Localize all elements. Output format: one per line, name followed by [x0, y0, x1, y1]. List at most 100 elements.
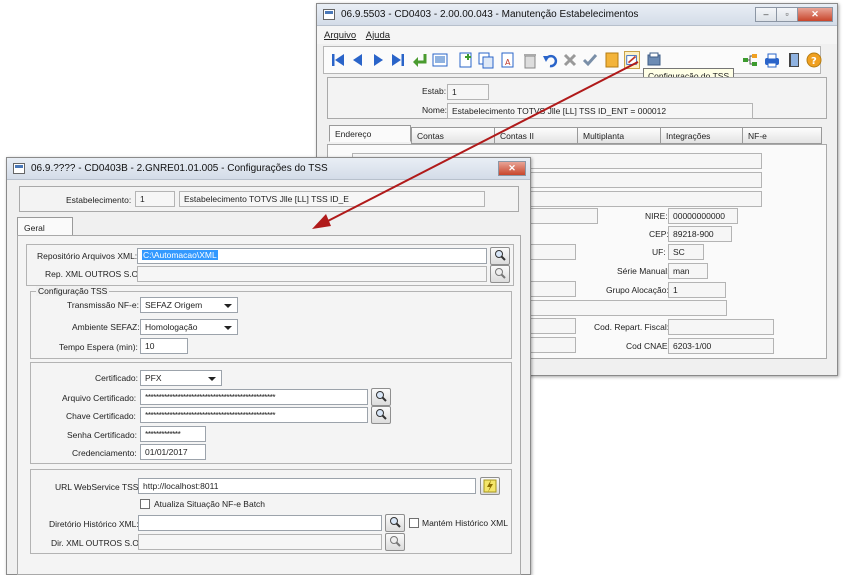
- senha-certificado-field[interactable]: *************: [140, 426, 206, 442]
- confirm-icon[interactable]: [582, 51, 598, 69]
- configuracoes-tss-window: 06.9.???? - CD0403B - 2.GNRE01.01.005 - …: [6, 157, 531, 575]
- add-record-icon[interactable]: [458, 51, 474, 69]
- tab-multiplanta[interactable]: Multiplanta: [577, 127, 661, 144]
- cod-cnae-field[interactable]: 6203-1/00: [668, 338, 774, 354]
- tab-endereco[interactable]: Endereço: [329, 125, 411, 142]
- tab-contas[interactable]: Contas: [411, 127, 495, 144]
- copy-record-icon[interactable]: [478, 51, 494, 69]
- menu-arquivo[interactable]: Arquivo: [324, 30, 356, 41]
- uf-field[interactable]: SC: [668, 244, 704, 260]
- diretorio-historico-field[interactable]: [138, 515, 382, 531]
- main-toolbar: A ?: [323, 46, 822, 74]
- last-record-icon[interactable]: [390, 51, 406, 69]
- tab-integracoes[interactable]: Integrações: [660, 127, 744, 144]
- ambiente-label: Ambiente SEFAZ:: [72, 322, 140, 332]
- search-icon: [376, 391, 387, 402]
- print-config-icon[interactable]: [646, 51, 662, 69]
- svg-text:A: A: [505, 58, 511, 67]
- next-record-icon[interactable]: [370, 51, 386, 69]
- rep-outros-browse-button[interactable]: [490, 265, 510, 283]
- mantem-historico-checkbox[interactable]: [409, 518, 419, 528]
- help-icon[interactable]: ?: [806, 51, 822, 69]
- arquivo-certificado-label: Arquivo Certificado:: [62, 393, 137, 403]
- delete-record-icon[interactable]: [522, 51, 538, 69]
- header-panel: Estab: 1 Nome: Estabelecimento TOTVS Jll…: [327, 77, 827, 119]
- cod-repart-field[interactable]: [668, 319, 774, 335]
- credenciamento-field[interactable]: 01/01/2017: [140, 444, 206, 460]
- front-titlebar: 06.9.???? - CD0403B - 2.GNRE01.01.005 - …: [7, 158, 530, 180]
- chave-certificado-field[interactable]: ****************************************…: [140, 407, 368, 423]
- nire-label: NIRE:: [645, 211, 668, 221]
- transmissao-value: SEFAZ Origem: [145, 300, 203, 310]
- search-icon: [376, 409, 387, 420]
- rep-outros-field[interactable]: [137, 266, 487, 282]
- tempo-label: Tempo Espera (min):: [59, 342, 138, 352]
- chevron-down-icon: [208, 377, 216, 381]
- nome-label: Nome:: [422, 105, 448, 115]
- cancel-icon[interactable]: [562, 51, 578, 69]
- transmissao-select[interactable]: SEFAZ Origem: [140, 297, 238, 313]
- dir-outros-browse-button[interactable]: [385, 533, 405, 551]
- transmissao-label: Transmissão NF-e:: [67, 300, 139, 310]
- minimize-button[interactable]: –: [755, 7, 777, 22]
- ambiente-select[interactable]: Homologação: [140, 319, 238, 335]
- tss-config-icon[interactable]: [624, 51, 640, 69]
- app-icon: [13, 163, 25, 174]
- close-button[interactable]: ✕: [797, 7, 833, 22]
- estabelecimento-name-field[interactable]: Estabelecimento TOTVS Jlle [LL] TSS ID_E: [179, 191, 485, 207]
- diretorio-historico-label: Diretório Histórico XML:: [49, 519, 139, 529]
- edit-record-icon[interactable]: A: [500, 51, 516, 69]
- ambiente-value: Homologação: [145, 322, 198, 332]
- repositorio-browse-button[interactable]: [490, 247, 510, 265]
- exit-icon[interactable]: [786, 51, 802, 69]
- menu-ajuda[interactable]: Ajuda: [366, 30, 390, 41]
- nire-field[interactable]: 00000000000: [668, 208, 738, 224]
- chave-certificado-label: Chave Certificado:: [66, 411, 136, 421]
- cep-field[interactable]: 89218-900: [668, 226, 732, 242]
- diretorio-historico-browse-button[interactable]: [385, 514, 405, 532]
- atualiza-situacao-checkbox[interactable]: [140, 499, 150, 509]
- note-icon[interactable]: [604, 51, 620, 69]
- certificado-label: Certificado:: [95, 373, 138, 383]
- back-window-title: 06.9.5503 - CD0403 - 2.00.00.043 - Manut…: [341, 9, 639, 20]
- lightning-icon: [483, 479, 497, 493]
- test-connection-button[interactable]: [480, 477, 500, 495]
- arquivo-certificado-browse-button[interactable]: [371, 388, 391, 406]
- estab-field[interactable]: 1: [447, 84, 489, 100]
- rep-outros-label: Rep. XML OUTROS S.O:: [45, 269, 141, 279]
- estabelecimento-panel: Estabelecimento: 1 Estabelecimento TOTVS…: [19, 186, 519, 212]
- close-button[interactable]: ✕: [498, 161, 526, 176]
- nome-field[interactable]: Estabelecimento TOTVS Jlle [LL] TSS ID_E…: [447, 103, 753, 119]
- grupo-alocacao-field[interactable]: 1: [668, 282, 726, 298]
- tempo-field[interactable]: 10: [140, 338, 188, 354]
- undo-icon[interactable]: [542, 51, 558, 69]
- url-webservice-field[interactable]: http://localhost:8011: [138, 478, 476, 494]
- estabelecimento-field[interactable]: 1: [135, 191, 175, 207]
- tree-icon[interactable]: [742, 51, 758, 69]
- dir-outros-field[interactable]: [138, 534, 382, 550]
- maximize-button[interactable]: ▫: [776, 7, 798, 22]
- serie-manual-field[interactable]: man: [668, 263, 708, 279]
- search-record-icon[interactable]: [432, 51, 448, 69]
- certificado-select[interactable]: PFX: [140, 370, 222, 386]
- search-icon: [390, 517, 401, 528]
- chevron-down-icon: [224, 326, 232, 330]
- tab-contas-ii[interactable]: Contas II: [494, 127, 578, 144]
- tab-nfe[interactable]: NF-e: [742, 127, 822, 144]
- cod-cnae-label: Cod CNAE:: [626, 341, 670, 351]
- serie-manual-label: Série Manual:: [617, 266, 670, 276]
- back-titlebar: 06.9.5503 - CD0403 - 2.00.00.043 - Manut…: [317, 4, 837, 26]
- goto-icon[interactable]: [412, 51, 428, 69]
- previous-record-icon[interactable]: [350, 51, 366, 69]
- tab-geral[interactable]: Geral: [17, 217, 73, 236]
- repositorio-field[interactable]: C:\Automacao\XML: [137, 248, 487, 264]
- credenciamento-label: Credenciamento:: [72, 448, 137, 458]
- arquivo-certificado-field[interactable]: ****************************************…: [140, 389, 368, 405]
- chave-certificado-browse-button[interactable]: [371, 406, 391, 424]
- printer-icon[interactable]: [764, 51, 780, 69]
- search-icon: [390, 536, 401, 547]
- app-icon: [323, 9, 335, 20]
- cep-label: CEP:: [649, 229, 669, 239]
- first-record-icon[interactable]: [330, 51, 346, 69]
- repositorio-label: Repositório Arquivos XML:: [37, 251, 138, 261]
